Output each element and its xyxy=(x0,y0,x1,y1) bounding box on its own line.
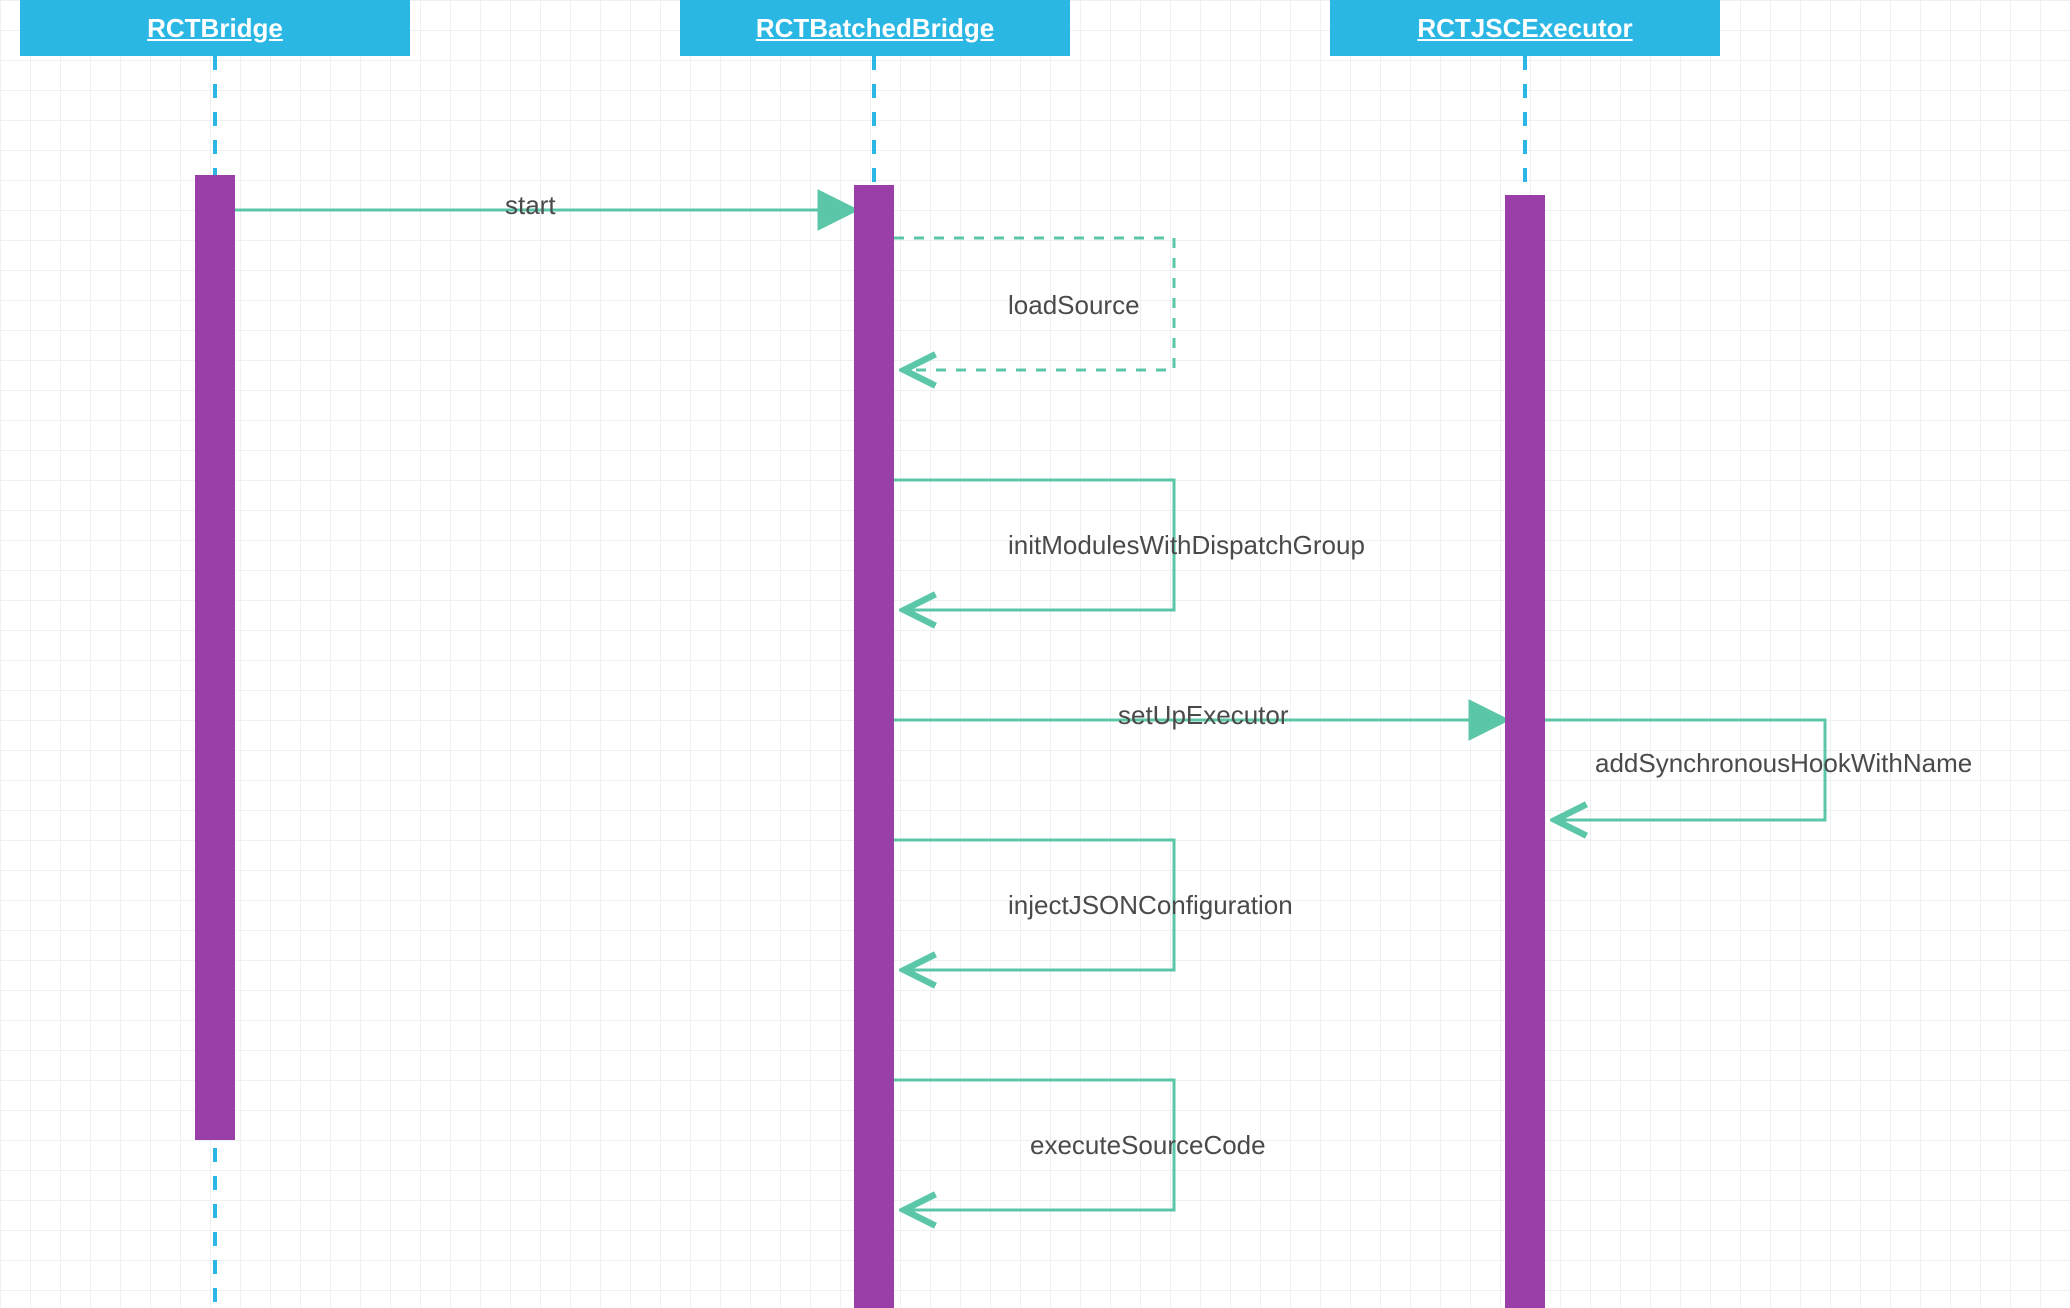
message-label-execsource: executeSourceCode xyxy=(1030,1130,1266,1161)
message-label-loadsource: loadSource xyxy=(1008,290,1140,321)
activation-rctbridge xyxy=(195,175,235,1140)
participant-rctjscexecutor: RCTJSCExecutor xyxy=(1330,0,1720,56)
message-label-initmodules: initModulesWithDispatchGroup xyxy=(1008,530,1365,561)
participant-label: RCTJSCExecutor xyxy=(1417,13,1632,44)
participant-rctbatchedbridge: RCTBatchedBridge xyxy=(680,0,1070,56)
participant-label: RCTBatchedBridge xyxy=(756,13,994,44)
sequence-diagram-svg xyxy=(0,0,2070,1308)
message-label-addsynchook: addSynchronousHookWithName xyxy=(1595,748,1972,779)
activation-rctjscexecutor xyxy=(1505,195,1545,1308)
message-label-setupexecutor: setUpExecutor xyxy=(1118,700,1289,731)
messages xyxy=(235,210,1825,1210)
participant-label: RCTBridge xyxy=(147,13,283,44)
message-label-injectjson: injectJSONConfiguration xyxy=(1008,890,1293,921)
message-label-start: start xyxy=(505,190,556,221)
participant-rctbridge: RCTBridge xyxy=(20,0,410,56)
activation-rctbatchedbridge xyxy=(854,185,894,1308)
